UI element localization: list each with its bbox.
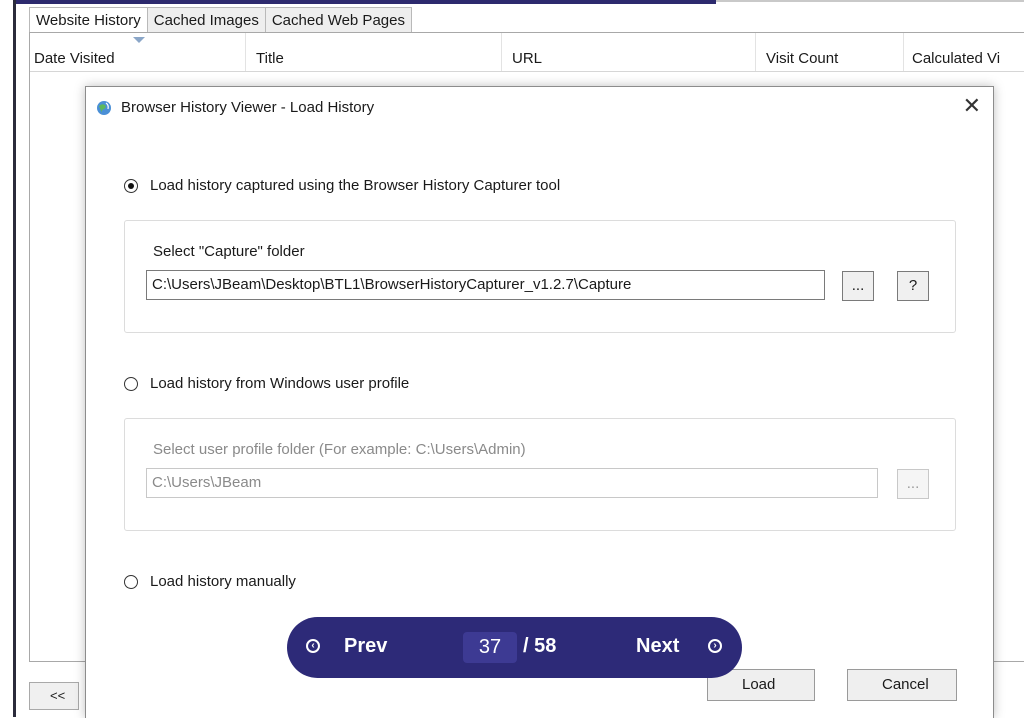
profile-folder-label: Select user profile folder (For example:… [153,441,526,458]
prev-arrow-icon[interactable]: ‹ [306,639,320,653]
dialog-title: Browser History Viewer - Load History [121,99,375,116]
help-button[interactable]: ? [897,271,929,301]
profile-folder-input[interactable]: C:\Users\JBeam [146,468,878,498]
capture-folder-label: Select "Capture" folder [153,243,305,260]
browse-capture-button[interactable]: ... [842,271,874,301]
sort-descending-icon [133,37,145,43]
radio-manual-label[interactable]: Load history manually [150,573,296,590]
close-icon[interactable]: ✕ [963,95,981,117]
radio-windows-profile[interactable] [124,377,138,391]
slide-pager: ‹ Prev 37 / 58 Next › [287,617,742,678]
cancel-button[interactable]: Cancel [847,669,957,701]
tab-cached-images[interactable]: Cached Images [146,7,266,33]
column-title[interactable]: Title [246,33,502,71]
grid-header: Date Visited Title URL Visit Count Calcu… [30,33,1024,72]
capture-folder-input[interactable]: C:\Users\JBeam\Desktop\BTL1\BrowserHisto… [146,270,825,300]
top-border-line [716,0,1024,2]
column-calculated-visits[interactable]: Calculated Vi [904,33,1024,71]
left-window-edge [0,0,16,717]
tab-cached-web-pages[interactable]: Cached Web Pages [264,7,412,33]
radio-capture-tool-label[interactable]: Load history captured using the Browser … [150,177,560,194]
radio-windows-profile-label[interactable]: Load history from Windows user profile [150,375,409,392]
current-page-box[interactable]: 37 [463,632,517,663]
next-arrow-icon[interactable]: › [708,639,722,653]
total-pages: / 58 [523,635,557,657]
browse-profile-button[interactable]: ... [897,469,929,499]
column-visit-count[interactable]: Visit Count [756,33,904,71]
radio-capture-tool[interactable] [124,179,138,193]
capture-folder-group: Select "Capture" folder C:\Users\JBeam\D… [124,220,956,333]
app-globe-icon [97,101,111,115]
prev-button[interactable]: Prev [344,635,387,658]
column-url[interactable]: URL [502,33,756,71]
tab-website-history[interactable]: Website History [29,7,148,34]
top-accent-bar [16,0,716,4]
next-button[interactable]: Next [636,635,679,658]
profile-folder-group: Select user profile folder (For example:… [124,418,956,531]
tab-bar: Website History Cached Images Cached Web… [29,7,412,34]
previous-page-button[interactable]: << [29,682,79,710]
radio-manual[interactable] [124,575,138,589]
